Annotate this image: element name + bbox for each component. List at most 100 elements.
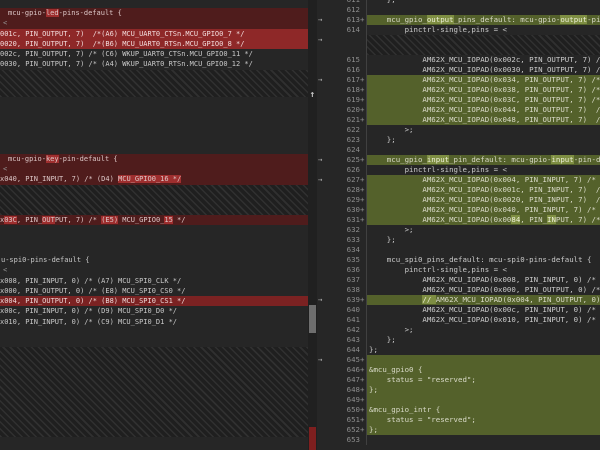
code-row[interactable]: 642 >; <box>317 325 600 335</box>
modified-pane[interactable]: 611 };612→613+ mcu_gpio_output_pins_defa… <box>317 0 600 445</box>
code-line[interactable]: pinctrl-single,pins = < <box>366 165 600 175</box>
code-row[interactable]: 635 mcu_spi0_pins_default: mcu-spi0-pins… <box>317 255 600 265</box>
code-row[interactable]: 640 AM62X_MCU_IOPAD(0x00c, PIN_INPUT, 0)… <box>317 305 600 315</box>
code-row[interactable]: 618+ AM62X_MCU_IOPAD(0x038, PIN_OUTPUT, … <box>317 85 600 95</box>
code-row[interactable]: 653 <box>317 435 600 445</box>
change-marker-icon[interactable]: → <box>318 75 330 85</box>
code-line[interactable]: x004, PIN_OUTPUT, 0) /* (B8) MCU_SPI0_CS… <box>0 296 308 306</box>
code-line[interactable]: }; <box>366 135 600 145</box>
code-line[interactable]: AM62X_MCU_IOPAD(0x03C, PIN_OUTPUT, 7) /*… <box>366 95 600 105</box>
code-line[interactable]: AM62X_MCU_IOPAD(0x048, PIN_OUTPUT, 7) /*… <box>366 115 600 125</box>
code-row[interactable]: 647+ status = "reserved"; <box>317 375 600 385</box>
code-line[interactable]: < <box>0 18 308 28</box>
change-marker-icon[interactable]: → <box>318 15 330 25</box>
code-row[interactable]: 623 }; <box>317 135 600 145</box>
code-line[interactable]: x03C, PIN_OUTPUT, 7) /* (E5) MCU_GPIO0_1… <box>0 215 308 225</box>
overview-scrollbar[interactable]: ↑ <box>308 0 317 450</box>
code-row[interactable]: →617+ AM62X_MCU_IOPAD(0x034, PIN_OUTPUT,… <box>317 75 600 85</box>
code-row[interactable]: →639+ // AM62X_MCU_IOPAD(0x004, PIN_OUTP… <box>317 295 600 305</box>
code-row[interactable]: 615 AM62X_MCU_IOPAD(0x002c, PIN_OUTPUT, … <box>317 55 600 65</box>
change-marker-icon[interactable]: → <box>318 295 330 305</box>
code-line[interactable] <box>366 435 600 445</box>
code-line[interactable]: }; <box>366 425 600 435</box>
code-line[interactable]: < <box>0 164 308 174</box>
code-line[interactable]: mcu_gpio_input_pin_default: mcu-gpio-inp… <box>366 155 600 165</box>
scroll-up-arrow-icon[interactable]: ↑ <box>308 90 317 100</box>
code-line[interactable]: &mcu_gpio_intr { <box>366 405 600 415</box>
code-row[interactable]: 620+ AM62X_MCU_IOPAD(0x044, PIN_OUTPUT, … <box>317 105 600 115</box>
code-line[interactable]: mcu_spi0_pins_default: mcu-spi0-pins-def… <box>366 255 600 265</box>
code-row[interactable]: 626 pinctrl-single,pins = < <box>317 165 600 175</box>
code-row[interactable]: 616 AM62X_MCU_IOPAD(0x0030, PIN_OUTPUT, … <box>317 65 600 75</box>
code-line[interactable]: AM62X_MCU_IOPAD(0x008, PIN_INPUT, 0) /* … <box>366 275 600 285</box>
code-row[interactable]: 634 <box>317 245 600 255</box>
code-line[interactable]: AM62X_MCU_IOPAD(0x004, PIN_INPUT, 7) /* … <box>366 175 600 185</box>
code-row[interactable]: 652+}; <box>317 425 600 435</box>
code-row[interactable]: 637 AM62X_MCU_IOPAD(0x008, PIN_INPUT, 0)… <box>317 275 600 285</box>
code-row[interactable]: 624 <box>317 145 600 155</box>
code-row[interactable]: 632 >; <box>317 225 600 235</box>
code-line[interactable]: >; <box>366 125 600 135</box>
code-row[interactable]: 636 pinctrl-single,pins = < <box>317 265 600 275</box>
change-marker-icon[interactable]: → <box>318 155 330 165</box>
code-row[interactable]: 622 >; <box>317 125 600 135</box>
code-row[interactable]: 621+ AM62X_MCU_IOPAD(0x048, PIN_OUTPUT, … <box>317 115 600 125</box>
code-line[interactable]: AM62X_MCU_IOPAD(0x0084, PIN_INPUT, 7) /*… <box>366 215 600 225</box>
code-line[interactable]: x040, PIN_INPUT, 7) /* (D4) MCU_GPIO0_16… <box>0 174 308 184</box>
code-line[interactable]: AM62X_MCU_IOPAD(0x034, PIN_OUTPUT, 7) /*… <box>366 75 600 85</box>
code-line[interactable]: status = "reserved"; <box>366 375 600 385</box>
code-line[interactable]: 001c, PIN_OUTPUT, 7) /*(A6) MCU_UART0_CT… <box>0 29 308 39</box>
code-row[interactable]: 638 AM62X_MCU_IOPAD(0x000, PIN_OUTPUT, 0… <box>317 285 600 295</box>
code-row[interactable]: 643 }; <box>317 335 600 345</box>
code-line[interactable]: mcu-gpio-key-pin-default { <box>0 154 308 164</box>
code-row[interactable]: 629+ AM62X_MCU_IOPAD(0x0020, PIN_INPUT, … <box>317 195 600 205</box>
code-row[interactable]: 628+ AM62X_MCU_IOPAD(0x001c, PIN_INPUT, … <box>317 185 600 195</box>
code-line[interactable]: // AM62X_MCU_IOPAD(0x004, PIN_OUTPUT, 0)… <box>366 295 600 305</box>
code-row[interactable]: 631+ AM62X_MCU_IOPAD(0x0084, PIN_INPUT, … <box>317 215 600 225</box>
code-row[interactable]: 619+ AM62X_MCU_IOPAD(0x03C, PIN_OUTPUT, … <box>317 95 600 105</box>
code-line[interactable] <box>366 245 600 255</box>
code-line[interactable]: 002c, PIN_OUTPUT, 7) /* (C6) WKUP_UART0_… <box>0 49 308 59</box>
original-pane[interactable]: mcu-gpio-led-pins-default {<001c, PIN_OU… <box>0 0 309 450</box>
code-row[interactable]: 630+ AM62X_MCU_IOPAD(0x040, PIN_INPUT, 7… <box>317 205 600 215</box>
code-line[interactable]: AM62X_MCU_IOPAD(0x000, PIN_OUTPUT, 0) /*… <box>366 285 600 295</box>
code-line[interactable]: >; <box>366 325 600 335</box>
code-line[interactable] <box>366 5 600 15</box>
code-line[interactable]: AM62X_MCU_IOPAD(0x001c, PIN_INPUT, 7) /*… <box>366 185 600 195</box>
code-line[interactable]: x000, PIN_OUTPUT, 0) /* (E8) MCU_SPI0_CS… <box>0 286 308 296</box>
code-row[interactable]: 644}; <box>317 345 600 355</box>
code-row[interactable]: →627+ AM62X_MCU_IOPAD(0x004, PIN_INPUT, … <box>317 175 600 185</box>
code-row[interactable]: 651+ status = "reserved"; <box>317 415 600 425</box>
code-line[interactable]: x008, PIN_INPUT, 0) /* (A7) MCU_SPI0_CLK… <box>0 276 308 286</box>
code-line[interactable] <box>366 395 600 405</box>
code-line[interactable]: }; <box>366 335 600 345</box>
code-row[interactable]: 641 AM62X_MCU_IOPAD(0x010, PIN_INPUT, 0)… <box>317 315 600 325</box>
change-marker-icon[interactable]: → <box>318 355 330 365</box>
code-line[interactable]: }; <box>366 235 600 245</box>
code-line[interactable] <box>366 145 600 155</box>
code-line[interactable]: AM62X_MCU_IOPAD(0x0030, PIN_OUTPUT, 7) /… <box>366 65 600 75</box>
change-marker-icon[interactable]: → <box>318 35 330 45</box>
code-line[interactable]: AM62X_MCU_IOPAD(0x010, PIN_INPUT, 0) /* … <box>366 315 600 325</box>
code-line[interactable]: x010, PIN_INPUT, 0) /* (C9) MCU_SPI0_D1 … <box>0 317 308 327</box>
code-row[interactable]: →613+ mcu_gpio_output_pins_default: mcu-… <box>317 15 600 25</box>
change-marker-icon[interactable]: → <box>318 175 330 185</box>
code-line[interactable]: mcu_gpio_output_pins_default: mcu-gpio-o… <box>366 15 600 25</box>
code-line[interactable]: mcu-gpio-led-pins-default { <box>0 8 308 18</box>
code-line[interactable]: u-spi0-pins-default { <box>0 255 308 265</box>
code-row[interactable]: 614 pinctrl-single,pins = < <box>317 25 600 35</box>
code-line[interactable]: < <box>0 265 308 275</box>
code-line[interactable]: status = "reserved"; <box>366 415 600 425</box>
code-row[interactable]: 650+&mcu_gpio_intr { <box>317 405 600 415</box>
code-line[interactable]: AM62X_MCU_IOPAD(0x00c, PIN_INPUT, 0) /* … <box>366 305 600 315</box>
code-row[interactable]: →625+ mcu_gpio_input_pin_default: mcu-gp… <box>317 155 600 165</box>
code-row[interactable]: 649+ <box>317 395 600 405</box>
code-line[interactable]: 0030, PIN_OUTPUT, 7) /* (A4) WKUP_UART0_… <box>0 59 308 69</box>
code-row[interactable]: 612 <box>317 5 600 15</box>
code-line[interactable]: pinctrl-single,pins = < <box>366 265 600 275</box>
code-line[interactable]: AM62X_MCU_IOPAD(0x038, PIN_OUTPUT, 7) /*… <box>366 85 600 95</box>
code-line[interactable]: x00c, PIN_INPUT, 0) /* (D9) MCU_SPI0_D0 … <box>0 306 308 316</box>
code-row[interactable]: 646+&mcu_gpio0 { <box>317 365 600 375</box>
code-row[interactable]: 633 }; <box>317 235 600 245</box>
code-row[interactable]: 648+}; <box>317 385 600 395</box>
